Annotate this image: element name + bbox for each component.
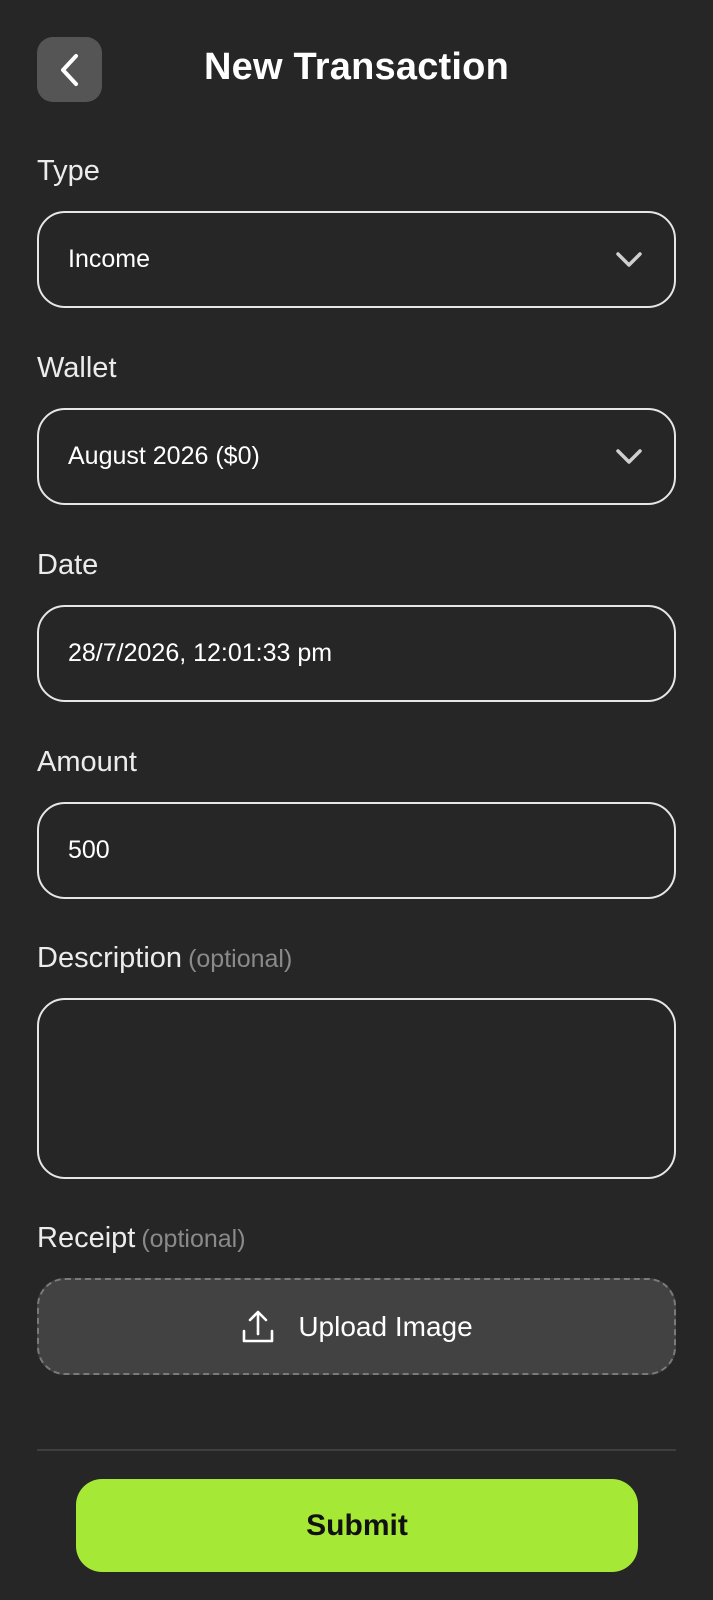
page-title: New Transaction	[204, 46, 509, 88]
date-label: Date	[37, 549, 98, 582]
type-label: Type	[37, 155, 100, 188]
receipt-label-text: Receipt	[37, 1222, 136, 1254]
date-field[interactable]: 28/7/2026, 12:01:33 pm	[37, 605, 676, 702]
date-label-text: Date	[37, 549, 99, 581]
wallet-value: August 2026 ($0)	[68, 442, 260, 470]
chevron-down-icon	[616, 448, 642, 464]
description-label: Description (optional)	[37, 942, 292, 975]
receipt-label: Receipt (optional)	[37, 1222, 246, 1255]
wallet-label: Wallet	[37, 352, 117, 385]
wallet-select[interactable]: August 2026 ($0)	[37, 408, 676, 505]
receipt-optional-hint: (optional)	[141, 1225, 246, 1253]
amount-label-text: Amount	[37, 746, 137, 778]
header: New Transaction	[0, 0, 713, 140]
type-select[interactable]: Income	[37, 211, 676, 308]
upload-image-label: Upload Image	[298, 1310, 473, 1342]
upload-image-button[interactable]: Upload Image	[37, 1278, 676, 1375]
type-label-text: Type	[37, 155, 100, 187]
submit-button[interactable]: Submit	[76, 1479, 638, 1572]
description-optional-hint: (optional)	[188, 945, 293, 973]
upload-icon	[243, 1310, 274, 1342]
amount-label: Amount	[37, 746, 137, 779]
description-label-text: Description	[37, 942, 183, 974]
submit-label: Submit	[306, 1508, 408, 1542]
wallet-label-text: Wallet	[37, 352, 117, 384]
type-value: Income	[68, 245, 150, 273]
description-field[interactable]	[37, 998, 676, 1179]
date-value: 28/7/2026, 12:01:33 pm	[68, 639, 333, 667]
amount-value: 500	[68, 836, 110, 864]
amount-field[interactable]: 500	[37, 802, 676, 899]
chevron-down-icon	[616, 251, 642, 267]
footer-divider	[37, 1449, 676, 1451]
